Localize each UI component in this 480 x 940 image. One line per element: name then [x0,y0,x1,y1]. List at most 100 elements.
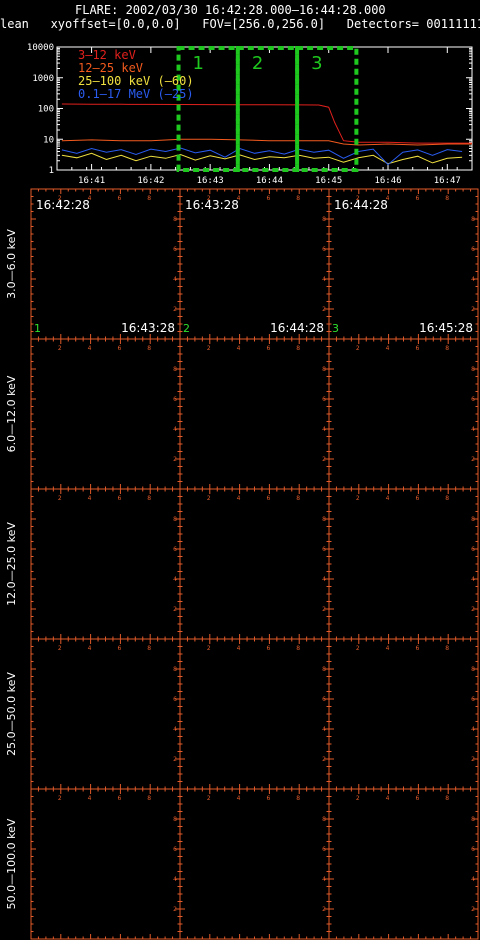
panel-tick-label: 4 [88,795,92,802]
panel-tick-label: 4 [471,426,475,433]
panel-tick-label: 4 [386,495,390,502]
panel-tick-label: 6 [117,645,121,652]
panel-tick-label: 6 [173,396,177,403]
panel-tick-label: 2 [173,906,177,913]
legend-entry: 25—100 keV (—60) [78,74,194,88]
panel-tick-label: 2 [207,795,211,802]
panel-tick-label: 2 [322,756,326,763]
panel-tick-label: 2 [322,306,326,313]
panel-end-time: 16:43:28 [121,321,175,335]
image-panel: 2 2 4 4 6 6 8 8 [30,488,181,640]
panel-tick-label: 2 [471,456,475,463]
series-line-4 [61,147,463,166]
time-band-3 [295,46,359,172]
panel-tick-label: 8 [445,345,449,352]
panel-tick-label: 4 [322,276,326,283]
time-band-label: 3 [311,53,322,74]
panel-tick-label: 8 [147,795,151,802]
panel-tick-label: 2 [58,795,62,802]
panel-index: 1 [34,322,41,335]
panel-tick-label: 2 [207,345,211,352]
time-band-1 [176,46,240,172]
panel-tick-label: 4 [173,876,177,883]
energy-band-label: 3.0—6.0 keV [5,229,18,299]
panel-frame [328,638,479,790]
panel-tick-label: 2 [173,306,177,313]
image-panel: 2 2 4 4 6 6 8 8 [179,788,330,940]
panel-tick-label: 8 [296,195,300,202]
x-tick-label: 16:47 [434,176,461,186]
panel-tick-label: 6 [415,345,419,352]
image-panel: 2 2 4 4 6 6 8 8 [30,788,181,940]
panel-index: 3 [332,322,339,335]
panel-frame [328,788,479,940]
panel-tick-label: 8 [147,645,151,652]
panel-frame [179,338,330,490]
panel-tick-label: 4 [471,876,475,883]
panel-tick-label: 8 [147,495,151,502]
image-panel: 2244668816:44:2816:45:283 [328,188,479,340]
image-panel: 2 2 4 4 6 6 8 8 [30,638,181,790]
panel-frame [328,488,479,640]
panel-frame [30,488,181,640]
panel-tick-label: 4 [471,276,475,283]
panel-tick-label: 2 [356,795,360,802]
legend-entry: 3—12 keV [78,48,136,62]
x-tick-label: 16:42 [137,176,164,186]
panel-tick-label: 8 [296,345,300,352]
legend-entry: 12—25 keV [78,61,143,75]
panel-tick-label: 2 [471,306,475,313]
panel-tick-label: 4 [322,576,326,583]
panel-tick-label: 8 [445,195,449,202]
series-line-1 [61,103,472,144]
panel-tick-label: 2 [356,645,360,652]
panel-tick-label: 2 [173,756,177,763]
panel-tick-label: 8 [445,645,449,652]
panel-frame [30,638,181,790]
panel-tick-label: 4 [237,345,241,352]
panel-tick-label: 8 [471,216,475,223]
y-tick-label: 100 [38,105,54,115]
panel-tick-label: 4 [88,645,92,652]
energy-band-label: 50.0—100.0 keV [5,818,18,909]
panel-tick-label: 4 [237,645,241,652]
panel-tick-label: 2 [356,345,360,352]
image-panel: 2244668816:43:2816:44:282 [179,188,330,340]
panel-tick-label: 2 [173,456,177,463]
panel-tick-label: 6 [415,795,419,802]
panel-tick-label: 6 [266,195,270,202]
panel-tick-label: 4 [237,495,241,502]
x-tick-label: 16:44 [256,176,283,186]
panel-tick-label: 8 [322,516,326,523]
x-tick-label: 16:43 [197,176,224,186]
panel-tick-label: 2 [322,606,326,613]
panel-tick-label: 4 [471,726,475,733]
panel-tick-label: 6 [266,345,270,352]
panel-tick-label: 4 [322,426,326,433]
panel-start-time: 16:42:28 [36,198,90,212]
panel-tick-label: 8 [445,495,449,502]
panel-tick-label: 6 [322,246,326,253]
panel-tick-label: 6 [415,195,419,202]
series-line-3 [61,152,463,165]
panel-tick-label: 8 [322,816,326,823]
panel-tick-label: 6 [322,396,326,403]
x-tick-label: 16:41 [78,176,105,186]
panel-tick-label: 2 [471,756,475,763]
panel-tick-label: 6 [173,696,177,703]
panel-tick-label: 2 [322,456,326,463]
figure-canvas: 1 10 100 1000 10000 16:41 16:42 16:43 16:44 16:45… [5,43,479,940]
panel-tick-label: 4 [322,876,326,883]
image-panel: 2 2 4 4 6 6 8 8 [328,488,479,640]
energy-band-label: 6.0—12.0 keV [5,375,18,452]
panel-start-time: 16:44:28 [334,198,388,212]
panel-tick-label: 4 [173,576,177,583]
image-panel: 2 2 4 4 6 6 8 8 [328,338,479,490]
panel-tick-label: 6 [117,795,121,802]
panel-tick-label: 2 [173,606,177,613]
panel-frame [179,488,330,640]
image-panel: 2 2 4 4 6 6 8 8 [179,638,330,790]
panel-tick-label: 8 [173,666,177,673]
panel-tick-label: 8 [173,816,177,823]
panel-tick-label: 2 [207,495,211,502]
